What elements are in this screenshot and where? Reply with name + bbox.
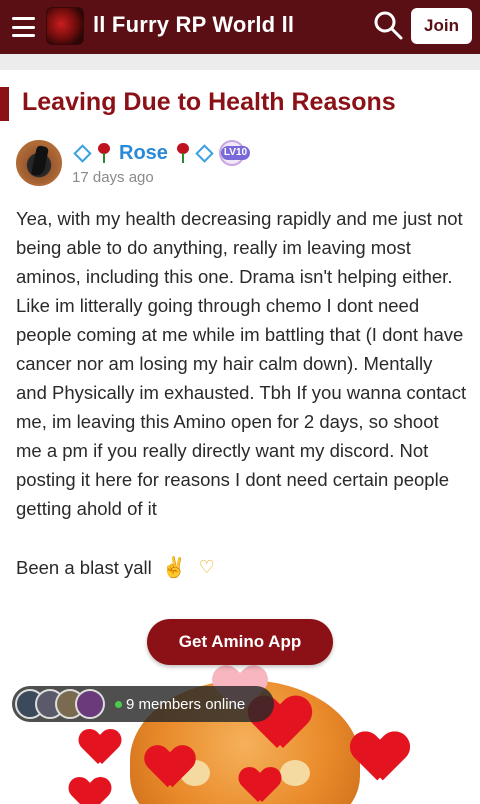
community-title[interactable]: ll Furry RP World ll bbox=[93, 12, 294, 38]
online-status-icon bbox=[115, 700, 122, 708]
title-accent-bar bbox=[0, 87, 9, 121]
diamond-icon bbox=[73, 143, 92, 163]
heart-icon bbox=[352, 733, 408, 783]
author-username[interactable]: Rose bbox=[119, 142, 168, 165]
community-logo[interactable] bbox=[46, 7, 84, 45]
author-name-row[interactable]: Rose LV10 bbox=[72, 140, 251, 166]
victory-hand-icon: ✌ bbox=[161, 557, 187, 579]
rose-icon bbox=[176, 143, 190, 163]
members-online-pill[interactable]: 9 members online bbox=[12, 686, 274, 722]
level-badge: LV10 bbox=[218, 140, 251, 166]
heart-icon bbox=[70, 778, 110, 804]
post-title: Leaving Due to Health Reasons bbox=[22, 88, 396, 116]
background-artwork bbox=[60, 660, 440, 804]
post-farewell: Been a blast yall ✌ ♡ bbox=[16, 555, 215, 580]
heart-hands-icon: ♡ bbox=[198, 557, 215, 577]
hamburger-menu-icon[interactable] bbox=[12, 17, 35, 37]
join-button[interactable]: Join bbox=[411, 8, 472, 44]
header-divider bbox=[0, 54, 480, 70]
level-badge-text: LV10 bbox=[220, 146, 251, 160]
members-online-text: 9 members online bbox=[126, 695, 246, 713]
plush-eye bbox=[280, 760, 310, 786]
heart-icon bbox=[146, 746, 194, 789]
get-amino-app-button[interactable]: Get Amino App bbox=[147, 619, 333, 665]
post-body: Yea, with my health decreasing rapidly a… bbox=[16, 208, 467, 519]
farewell-text: Been a blast yall bbox=[16, 556, 152, 578]
post-timestamp: 17 days ago bbox=[72, 169, 154, 186]
search-icon[interactable] bbox=[373, 10, 403, 40]
rose-icon bbox=[97, 143, 111, 163]
top-bar: ll Furry RP World ll Join bbox=[0, 0, 480, 54]
diamond-icon bbox=[195, 143, 214, 163]
heart-icon bbox=[240, 768, 280, 804]
heart-icon bbox=[80, 730, 120, 766]
member-avatar[interactable] bbox=[75, 689, 105, 719]
